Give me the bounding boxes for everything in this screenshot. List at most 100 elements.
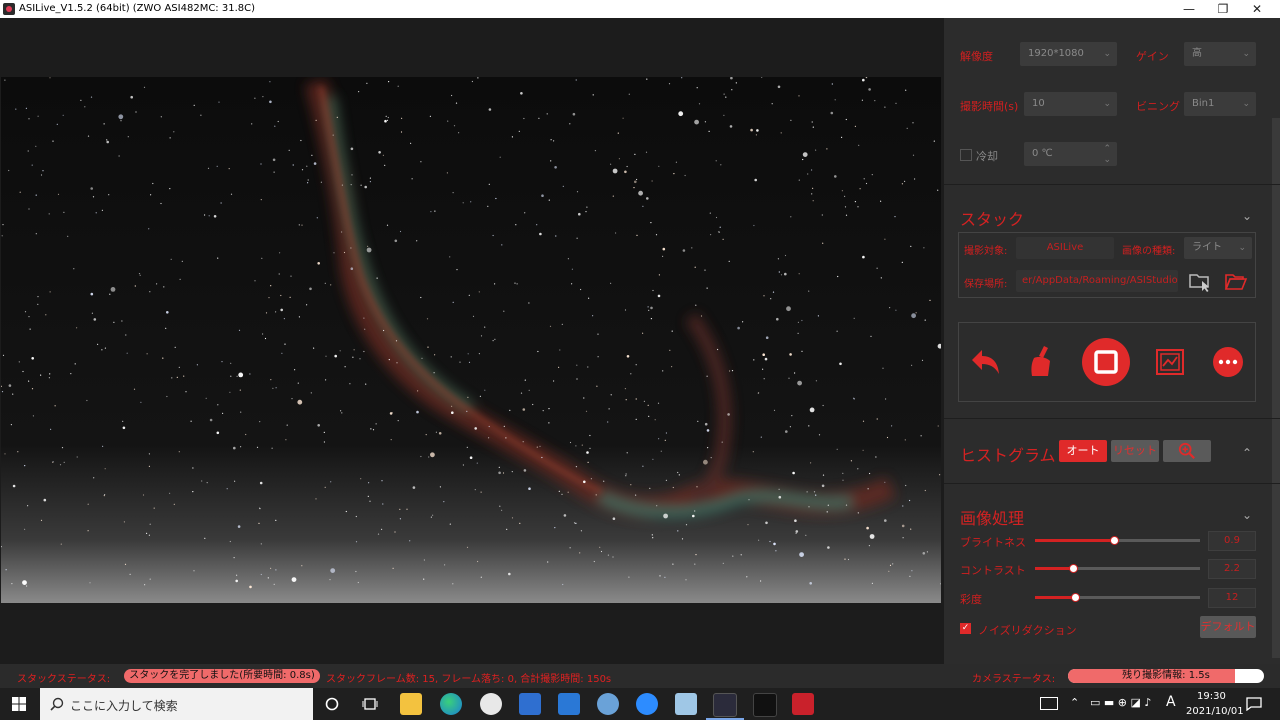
chevron-down-icon: ⌄ (1103, 49, 1111, 59)
minimize-button[interactable]: — (1172, 0, 1206, 18)
taskbar: ここに入力して検索 ⌃ ▭ ▬ ⊕ ◪ ♪ A 19:30 2021/10/01 (0, 688, 1280, 720)
store-icon[interactable] (519, 693, 541, 715)
exposure-select[interactable]: 10 ⌄ (1024, 92, 1117, 116)
clock-date[interactable]: 2021/10/01 (1186, 706, 1244, 717)
tray-icons[interactable]: ▭ ▬ ⊕ ◪ ♪ (1090, 696, 1151, 709)
chevron-down-icon: ⌄ (1242, 99, 1250, 109)
image-type-select[interactable]: ライト ⌄ (1184, 237, 1252, 259)
resolution-label: 解像度 (960, 50, 993, 63)
stack-info-text: スタックフレーム数: 15, フレーム落ち: 0, 合計撮影時間: 150s (326, 674, 612, 685)
image-type-label: 画像の種類: (1122, 246, 1176, 257)
asilive-taskbar-icon[interactable] (713, 693, 737, 717)
chevron-down-icon: ⌄ (1238, 243, 1246, 253)
stop-button[interactable] (1082, 338, 1130, 386)
remaining-progress: 残り撮影情報: 1.5s (1068, 669, 1264, 683)
binning-value: Bin1 (1192, 98, 1215, 109)
saturation-handle[interactable] (1070, 593, 1080, 602)
save-image-icon[interactable] (1152, 344, 1188, 380)
windows-start-icon[interactable] (12, 697, 26, 711)
chevron-down-icon: ⌄ (1103, 99, 1111, 109)
cooling-input[interactable]: 0 ℃ ⌃ ⌄ (1024, 142, 1117, 166)
search-icon (50, 697, 64, 711)
stack-status-label: スタックステータス: (17, 674, 111, 685)
auto-button[interactable]: オート (1059, 440, 1107, 462)
target-input[interactable]: ASILive (1016, 237, 1114, 259)
select-folder-icon[interactable] (1188, 271, 1212, 293)
contrast-slider[interactable] (1035, 564, 1200, 573)
ime-indicator[interactable]: A (1166, 694, 1176, 710)
contrast-value[interactable]: 2.2 (1208, 559, 1256, 579)
processing-collapse-icon[interactable]: ⌄ (1240, 508, 1254, 522)
task-view-icon[interactable] (362, 697, 378, 711)
cortana-icon[interactable] (325, 697, 339, 711)
app-icon-spiral[interactable] (480, 693, 502, 715)
exposure-value: 10 (1032, 98, 1045, 109)
save-path-input[interactable]: er/AppData/Roaming/ASIStudio (1016, 270, 1178, 292)
noise-reduction-checkbox[interactable]: ✓ (960, 623, 971, 634)
target-label: 撮影対象: (964, 246, 1008, 257)
file-explorer-icon[interactable] (400, 693, 422, 715)
histogram-collapse-icon[interactable]: ⌃ (1240, 446, 1254, 460)
app-icon-dark[interactable] (753, 693, 777, 717)
spinner-icon: ⌃ ⌄ (1103, 144, 1111, 165)
zoom-app-icon[interactable] (636, 693, 658, 715)
edge-browser-icon[interactable] (440, 693, 462, 715)
brightness-slider[interactable] (1035, 536, 1200, 545)
divider (944, 418, 1280, 419)
brightness-handle[interactable] (1110, 536, 1120, 545)
notification-icon[interactable] (1246, 697, 1262, 711)
brightness-fill (1035, 539, 1115, 542)
image-type-value: ライト (1192, 242, 1222, 253)
live-view-area (0, 18, 944, 664)
search-placeholder: ここに入力して検索 (70, 699, 178, 713)
keyboard-icon[interactable] (1040, 697, 1058, 710)
more-icon[interactable] (1210, 344, 1246, 380)
open-folder-icon[interactable] (1224, 271, 1248, 293)
camera-status-label: カメラステータス: (972, 674, 1056, 685)
taskbar-search-box[interactable]: ここに入力して検索 (40, 688, 313, 720)
stack-collapse-icon[interactable]: ⌄ (1240, 209, 1254, 223)
noise-reduction-label: ノイズリダクション (978, 624, 1077, 637)
maximize-button[interactable]: ❐ (1206, 0, 1240, 18)
brightness-value[interactable]: 0.9 (1208, 531, 1256, 551)
saturation-fill (1035, 596, 1075, 599)
zoom-histogram-button[interactable] (1163, 440, 1211, 462)
tray-chevron-icon[interactable]: ⌃ (1070, 696, 1079, 709)
histogram-header: ヒストグラム (960, 446, 1056, 465)
saturation-label: 彩度 (960, 593, 982, 606)
saturation-slider[interactable] (1035, 593, 1200, 602)
mail-icon[interactable] (558, 693, 580, 715)
binning-select[interactable]: Bin1 ⌄ (1184, 92, 1256, 116)
contrast-handle[interactable] (1068, 564, 1078, 573)
close-button[interactable]: ✕ (1240, 0, 1274, 18)
save-path-label: 保存場所: (964, 279, 1008, 290)
contrast-fill (1035, 567, 1073, 570)
window-title: ASILive_V1.5.2 (64bit) (ZWO ASI482MC: 31… (19, 3, 255, 14)
processing-header: 画像処理 (960, 509, 1025, 528)
panel-scrollbar[interactable] (1272, 118, 1280, 658)
app-icon-notes[interactable] (675, 693, 697, 715)
app-icon-globe[interactable] (597, 693, 619, 715)
cooling-checkbox[interactable] (960, 149, 972, 161)
divider (944, 483, 1280, 484)
resolution-select[interactable]: 1920*1080 ⌄ (1020, 42, 1117, 66)
resolution-value: 1920*1080 (1028, 48, 1084, 59)
title-bar: ASILive_V1.5.2 (64bit) (ZWO ASI482MC: 31… (0, 0, 1280, 18)
reset-button[interactable]: リセット (1111, 440, 1159, 462)
asi-studio-icon[interactable] (792, 693, 814, 715)
stack-header: スタック (960, 210, 1025, 229)
zoom-in-icon (1178, 442, 1195, 459)
saturation-value[interactable]: 12 (1208, 588, 1256, 608)
stack-status-badge: スタックを完了しました(所要時間: 0.8s) (124, 669, 320, 683)
clock-time[interactable]: 19:30 (1197, 691, 1226, 702)
clear-brush-icon[interactable] (1024, 344, 1060, 380)
gain-select[interactable]: 高 ⌄ (1184, 42, 1256, 66)
live-image[interactable] (1, 77, 941, 603)
remaining-progress-label: 残り撮影情報: 1.5s (1122, 670, 1210, 681)
undo-icon[interactable] (968, 344, 1004, 380)
cooling-label: 冷却 (976, 150, 998, 163)
cooling-value: 0 ℃ (1032, 148, 1053, 159)
binning-label: ビニング (1136, 100, 1180, 113)
divider (944, 184, 1280, 185)
default-button[interactable]: デフォルト (1200, 616, 1256, 638)
